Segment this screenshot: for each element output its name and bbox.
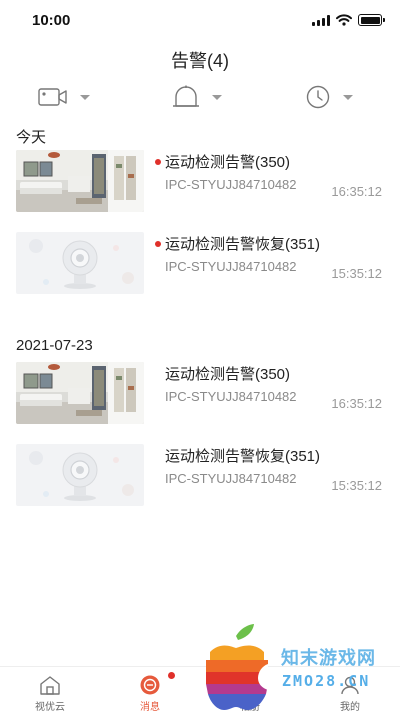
alarm-device-id: IPC-STYUJJ84710482 [165,471,297,486]
alarm-title: 运动检测告警恢复(351) [165,448,321,465]
status-icons [312,14,385,26]
chevron-down-icon [80,94,90,100]
message-icon [139,672,175,695]
alarm-list-item[interactable]: 运动检测告警恢复(351) IPC-STYUJJ84710482 15:35:1… [0,232,400,298]
alarm-device-id: IPC-STYUJJ84710482 [165,389,297,404]
alarm-list-item[interactable]: 运动检测告警(350) IPC-STYUJJ84710482 16:35:12 [0,150,400,216]
alarm-list-item[interactable]: 运动检测告警恢复(351) IPC-STYUJJ84710482 15:35:1… [0,444,400,510]
chevron-down-icon [212,94,222,100]
tab-label: 消息 [140,702,160,711]
bell-icon [173,85,199,107]
clock-icon [306,85,330,109]
alarm-device-id: IPC-STYUJJ84710482 [165,177,297,192]
filter-bar [0,82,400,112]
apple-logo-icon [206,624,268,710]
status-bar: 10:00 [0,0,400,42]
time-filter-dropdown[interactable] [305,82,353,112]
camera-icon [38,88,67,106]
home-icon [39,675,61,695]
signal-icon [312,14,330,26]
tab-messages[interactable]: 消息 [110,667,190,711]
alarm-thumbnail [16,444,144,506]
alarm-title: 运动检测告警恢复(351) [165,236,321,253]
page-title: 告警(4) [171,51,229,71]
alarm-thumbnail [16,150,144,212]
watermark: 知末游戏网 ZMO28.CN [196,622,400,711]
unread-dot [155,241,161,247]
unread-dot [155,159,161,165]
tab-label: 视优云 [35,702,65,711]
wifi-icon [336,14,352,26]
camera-filter-dropdown[interactable] [38,82,90,112]
notification-badge [168,672,175,679]
alarm-device-id: IPC-STYUJJ84710482 [165,259,297,274]
alarm-title: 运动检测告警(350) [165,366,291,383]
watermark-text: 知末游戏网 [281,648,376,668]
alarm-time: 16:35:12 [331,184,382,199]
section-date: 2021-07-23 [16,337,93,354]
alarm-thumbnail [16,232,144,294]
section-date: 今天 [16,129,47,146]
tab-home[interactable]: 视优云 [10,667,90,711]
alarm-time: 15:35:12 [331,266,382,281]
alarm-time: 16:35:12 [331,396,382,411]
alarm-type-filter-dropdown[interactable] [172,82,222,112]
alarm-thumbnail [16,362,144,424]
alarm-title: 运动检测告警(350) [165,154,291,171]
alarm-time: 15:35:12 [331,478,382,493]
battery-icon [358,14,385,26]
status-time: 10:00 [32,12,71,29]
chevron-down-icon [343,94,353,100]
alarm-list-item[interactable]: 运动检测告警(350) IPC-STYUJJ84710482 16:35:12 [0,362,400,428]
watermark-url: ZMO28.CN [282,672,371,690]
